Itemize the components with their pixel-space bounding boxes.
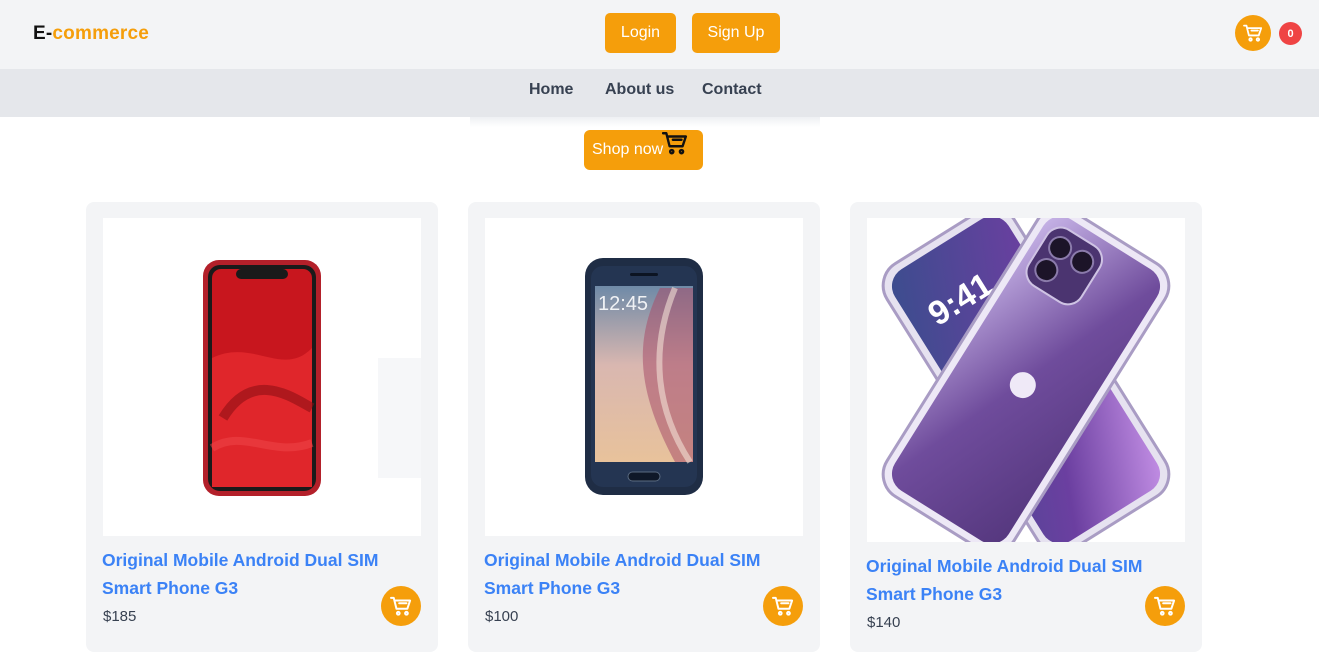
product-image-red-phone[interactable] xyxy=(103,218,421,536)
svg-text:12:45: 12:45 xyxy=(598,293,648,315)
cart-icon xyxy=(390,596,412,616)
cart-button[interactable] xyxy=(1235,15,1271,51)
shop-now-label: Shop now xyxy=(592,141,664,158)
cart-count-badge: 0 xyxy=(1279,22,1302,45)
login-button[interactable]: Login xyxy=(605,13,676,53)
brand-suffix: commerce xyxy=(52,23,150,44)
add-to-cart-button[interactable] xyxy=(763,586,803,626)
product-card[interactable]: Original Mobile Android Dual SIM Smart P… xyxy=(86,202,438,652)
nav-contact-link[interactable]: Contact xyxy=(702,81,762,99)
product-title[interactable]: Original Mobile Android Dual SIM Smart P… xyxy=(484,546,794,602)
product-price: $140 xyxy=(867,614,901,631)
brand-prefix: E- xyxy=(33,23,53,44)
product-image-blue-android-phone[interactable]: 12:45 xyxy=(485,218,803,536)
cart-icon xyxy=(1154,596,1176,616)
nav-shadow xyxy=(470,117,820,127)
cart-icon xyxy=(772,596,794,616)
product-card[interactable]: 12:45 Original Mobile Android Dual SIM S… xyxy=(468,202,820,652)
cart-icon xyxy=(662,132,688,155)
nav-home-link[interactable]: Home xyxy=(529,81,573,99)
product-image-purple-iphone-case[interactable]: 9:41 xyxy=(867,218,1185,542)
product-title[interactable]: Original Mobile Android Dual SIM Smart P… xyxy=(866,552,1176,608)
brand-logo[interactable]: E-commerce xyxy=(33,23,149,45)
signup-button[interactable]: Sign Up xyxy=(692,13,780,53)
add-to-cart-button[interactable] xyxy=(381,586,421,626)
product-title[interactable]: Original Mobile Android Dual SIM Smart P… xyxy=(102,546,412,602)
product-price: $185 xyxy=(103,608,137,625)
nav-about-link[interactable]: About us xyxy=(605,81,674,99)
cart-icon xyxy=(1243,24,1263,42)
shop-now-button[interactable]: Shop now xyxy=(584,130,703,170)
add-to-cart-button[interactable] xyxy=(1145,586,1185,626)
top-header: E-commerce Login Sign Up 0 xyxy=(0,0,1319,69)
product-price: $100 xyxy=(485,608,519,625)
main-nav: Home About us Contact xyxy=(0,69,1319,117)
product-card[interactable]: 9:41 Original Mobile Android Dual SIM Sm… xyxy=(850,202,1202,652)
